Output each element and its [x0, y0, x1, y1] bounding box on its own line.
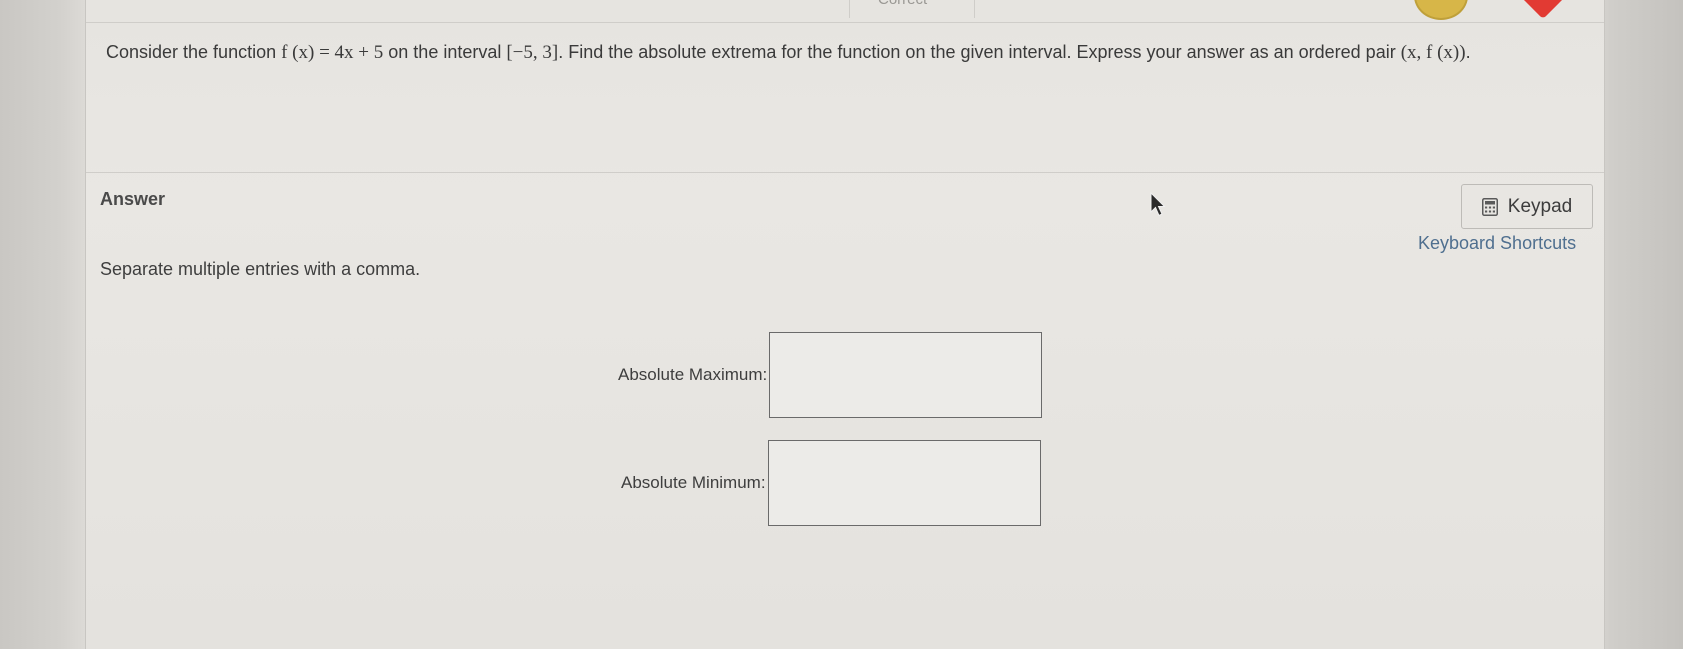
absolute-maximum-input[interactable] [769, 332, 1043, 418]
screen: Correct Consider the function f (x) = 4x… [0, 0, 1683, 649]
section-divider [86, 172, 1604, 173]
mouse-pointer-icon [1150, 192, 1166, 217]
absolute-minimum-input[interactable] [767, 440, 1041, 526]
streak-badge-icon [1414, 0, 1468, 20]
heart-badge-icon [1518, 0, 1568, 20]
question-panel: Correct Consider the function f (x) = 4x… [85, 0, 1605, 649]
question-text: Consider the function f (x) = 4x + 5 on … [106, 38, 1576, 67]
absolute-minimum-label: Absolute Minimum: [621, 473, 766, 492]
question-function: f (x) = 4x + 5 [281, 42, 384, 63]
answer-heading: Answer [100, 189, 166, 209]
question-middle: on the interval [383, 42, 507, 62]
question-suffix: . Find the absolute extrema for the func… [558, 42, 1401, 62]
question-prefix: Consider the function [106, 42, 282, 62]
calculator-icon [1481, 197, 1498, 216]
keypad-label: Keypad [1507, 195, 1573, 217]
status-tab-label: Correct [878, 0, 927, 8]
question-end: . [1465, 42, 1471, 62]
instructions-text: Separate multiple entries with a comma. [100, 259, 421, 279]
status-tab: Correct [849, 0, 975, 18]
absolute-minimum-row: Absolute Minimum: [621, 440, 1041, 526]
keypad-button[interactable]: Keypad [1461, 184, 1593, 229]
absolute-maximum-row: Absolute Maximum: [618, 332, 1043, 418]
absolute-maximum-label: Absolute Maximum: [618, 365, 768, 384]
question-pair: (x, f (x)) [1400, 42, 1466, 63]
top-status-strip: Correct [86, 0, 1604, 23]
question-interval: [−5, 3] [506, 42, 559, 63]
keyboard-shortcuts-link[interactable]: Keyboard Shortcuts [1418, 233, 1576, 254]
